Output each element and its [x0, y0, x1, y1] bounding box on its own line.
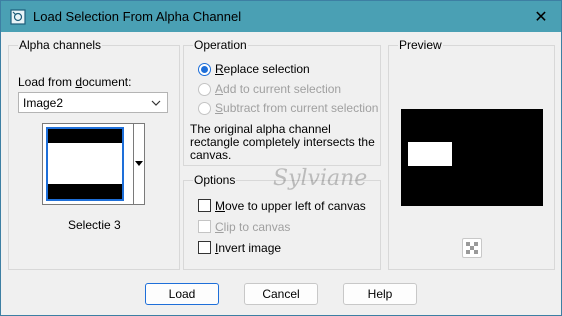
close-icon: ✕: [534, 8, 548, 26]
channel-dropdown-button[interactable]: [133, 123, 145, 205]
document-select-value: Image2: [23, 96, 64, 110]
document-select[interactable]: Image2: [18, 92, 168, 113]
move-upper-left-checkbox[interactable]: [198, 199, 211, 212]
subtract-selection-label[interactable]: Subtract from current selection: [215, 101, 378, 115]
preview-group: Preview: [388, 38, 555, 270]
options-title: Options: [193, 173, 237, 187]
subtract-selection-radio[interactable]: [198, 102, 211, 115]
cancel-button-label: Cancel: [262, 287, 300, 301]
operation-group: Operation Replace selection Add to curre…: [183, 38, 381, 166]
alpha-channels-title: Alpha channels: [18, 38, 103, 52]
preview-image: [401, 109, 543, 206]
load-button[interactable]: Load: [145, 283, 219, 305]
operation-info-line-3: canvas.: [190, 148, 232, 162]
app-icon: [10, 9, 26, 25]
close-button[interactable]: ✕: [521, 1, 561, 32]
channel-name: Selectie 3: [68, 218, 121, 232]
preview-title: Preview: [398, 38, 443, 52]
move-upper-left-label[interactable]: Move to upper left of canvas: [215, 199, 366, 213]
caret-down-icon: [135, 161, 143, 166]
operation-info-line-2: rectangle completely intersects the: [190, 135, 375, 149]
invert-image-label[interactable]: Invert image: [215, 241, 281, 255]
clip-to-canvas-checkbox[interactable]: [198, 220, 211, 233]
alpha-channels-group: Alpha channels Load from document: Image…: [8, 38, 180, 270]
add-selection-label[interactable]: Add to current selection: [215, 82, 341, 96]
help-button-label: Help: [367, 287, 393, 301]
add-selection-radio[interactable]: [198, 83, 211, 96]
channel-thumbnail-image: [48, 129, 122, 199]
title-bar[interactable]: Load Selection From Alpha Channel ✕: [1, 1, 561, 32]
replace-selection-radio[interactable]: [198, 63, 211, 76]
load-from-document-label: Load from document:: [18, 75, 132, 89]
checkerboard-icon: [466, 242, 478, 254]
load-button-label: Load: [168, 287, 196, 301]
help-button[interactable]: Help: [343, 283, 417, 305]
chevron-down-icon: [151, 100, 161, 106]
replace-selection-label[interactable]: Replace selection: [215, 62, 310, 76]
transparency-toggle-button[interactable]: [462, 238, 482, 258]
channel-thumbnail[interactable]: [46, 127, 124, 201]
dialog-window: Load Selection From Alpha Channel ✕ Alph…: [0, 0, 562, 316]
options-group: Options Move to upper left of canvas Cli…: [183, 173, 381, 270]
operation-title: Operation: [193, 38, 248, 52]
cancel-button[interactable]: Cancel: [244, 283, 318, 305]
operation-info-line-1: The original alpha channel: [190, 122, 331, 136]
clip-to-canvas-label[interactable]: Clip to canvas: [215, 220, 290, 234]
window-title: Load Selection From Alpha Channel: [33, 9, 242, 24]
invert-image-checkbox[interactable]: [198, 241, 211, 254]
channel-thumbnail-frame[interactable]: [42, 123, 134, 205]
